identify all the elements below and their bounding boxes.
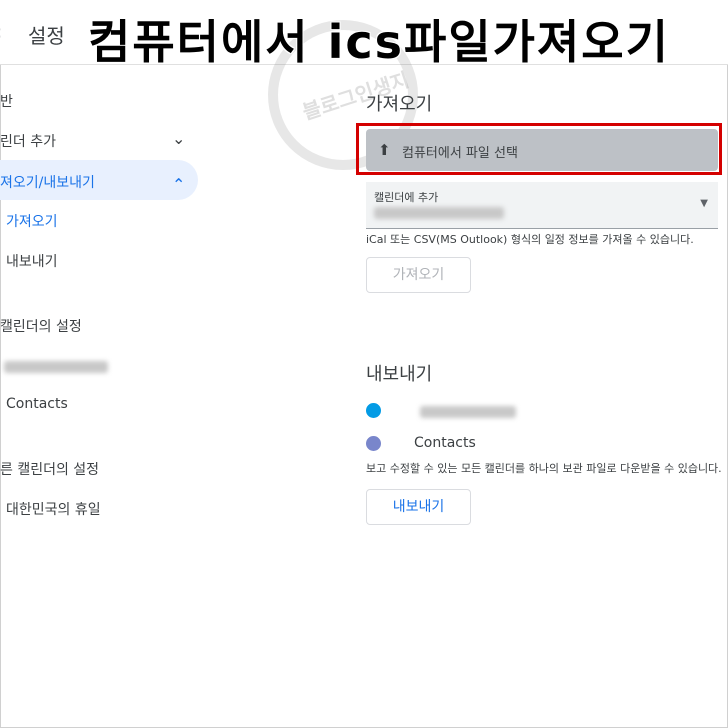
sidebar-item-contacts[interactable]: Contacts bbox=[6, 396, 68, 412]
chevron-down-icon[interactable]: ⌄ bbox=[172, 129, 185, 148]
redacted-calendar-value bbox=[374, 207, 504, 219]
export-button[interactable]: 내보내기 bbox=[366, 489, 471, 525]
sidebar-item-export[interactable]: 내보내기 bbox=[6, 251, 58, 271]
export-heading: 내보내기 bbox=[366, 364, 433, 385]
redacted-export-calendar-name bbox=[420, 406, 516, 418]
sidebar-item-import[interactable]: 가져오기 bbox=[6, 211, 58, 231]
sidebar-section-other-calendars: 른 캘린더의 설정 bbox=[0, 462, 100, 478]
chevron-up-icon[interactable]: ⌃ bbox=[172, 175, 185, 194]
settings-sidebar: 반 린더 추가 ⌄ 져오기/내보내기 ⌃ 가져오기 내보내기 캘린더의 설정 C… bbox=[0, 65, 220, 728]
overlay-caption: 컴퓨터에서 ics파일가져오기 bbox=[88, 15, 670, 69]
page-title: 설정 bbox=[28, 24, 65, 48]
redacted-calendar-name[interactable] bbox=[4, 361, 108, 373]
import-hint: iCal 또는 CSV(MS Outlook) 형식의 일정 정보를 가져올 수… bbox=[366, 233, 694, 246]
sidebar-item-general[interactable]: 반 bbox=[0, 91, 13, 111]
sidebar-section-my-calendars: 캘린더의 설정 bbox=[0, 319, 82, 335]
calendar-select[interactable]: 캘린더에 추가 ▼ bbox=[366, 182, 718, 229]
import-heading: 가져오기 bbox=[366, 94, 433, 115]
export-hint: 보고 수정할 수 있는 모든 캘린더를 하나의 보관 파일로 다운받을 수 있습… bbox=[366, 462, 722, 475]
calendar-color-dot bbox=[366, 403, 381, 418]
export-contacts-name: Contacts bbox=[414, 435, 476, 451]
sidebar-item-add-calendar[interactable]: 린더 추가 bbox=[0, 131, 56, 151]
back-arrow-icon[interactable]: ‹ bbox=[0, 22, 2, 42]
sidebar-item-korean-holidays[interactable]: 대한민국의 휴일 bbox=[6, 499, 101, 519]
dropdown-arrow-icon[interactable]: ▼ bbox=[700, 198, 708, 209]
sidebar-item-import-export[interactable]: 져오기/내보내기 bbox=[0, 172, 95, 192]
contacts-color-dot bbox=[366, 436, 381, 451]
import-button[interactable]: 가져오기 bbox=[366, 257, 471, 293]
highlight-box bbox=[356, 123, 722, 175]
calendar-select-label: 캘린더에 추가 bbox=[374, 191, 439, 204]
